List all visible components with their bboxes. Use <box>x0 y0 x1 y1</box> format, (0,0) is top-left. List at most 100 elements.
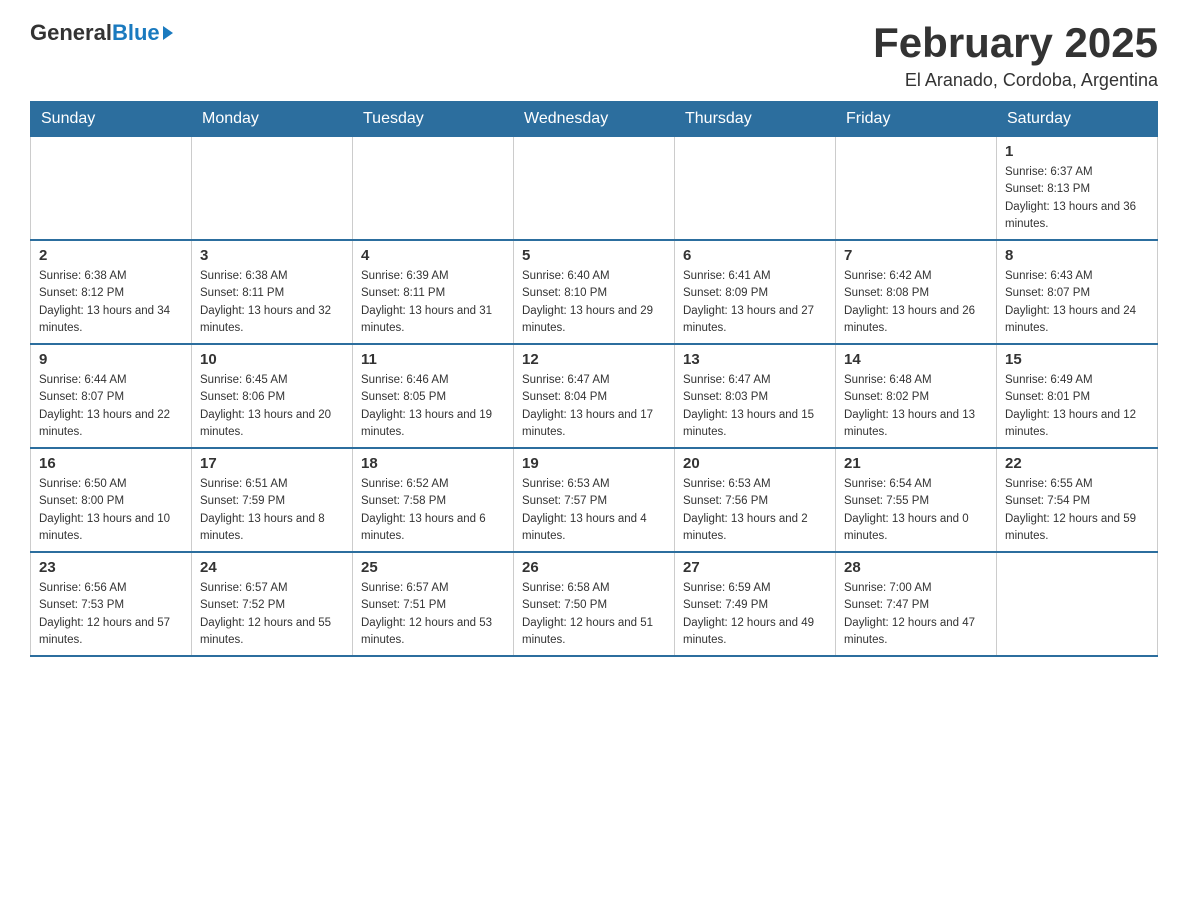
title-block: February 2025 El Aranado, Cordoba, Argen… <box>873 20 1158 91</box>
calendar-cell: 4 Sunrise: 6:39 AM Sunset: 8:11 PM Daylig… <box>353 240 514 344</box>
day-number: 12 <box>522 351 666 368</box>
day-number: 20 <box>683 455 827 472</box>
calendar-cell: 17Sunrise: 6:51 AM Sunset: 7:59 PM Dayli… <box>192 448 353 552</box>
calendar-cell: 2 Sunrise: 6:38 AM Sunset: 8:12 PM Daylig… <box>31 240 192 344</box>
day-number: 23 <box>39 559 183 576</box>
day-info: Sunrise: 6:39 AM Sunset: 8:11 PM Dayligh… <box>361 268 505 337</box>
day-number: 16 <box>39 455 183 472</box>
calendar-cell: 13 Sunrise: 6:47 AM Sunset: 8:03 PM Dayli… <box>675 344 836 448</box>
calendar-cell: 22 Sunrise: 6:55 AM Sunset: 7:54 PM Dayli… <box>997 448 1158 552</box>
calendar-cell: 23 Sunrise: 6:56 AM Sunset: 7:53 PM Dayli… <box>31 552 192 656</box>
calendar-cell <box>353 137 514 241</box>
day-info: Sunrise: 6:41 AM Sunset: 8:09 PM Dayligh… <box>683 268 827 337</box>
day-info: Sunrise: 6:53 AM Sunset: 7:57 PM Dayligh… <box>522 476 666 545</box>
day-number: 22 <box>1005 455 1149 472</box>
calendar-cell: 8 Sunrise: 6:43 AM Sunset: 8:07 PM Daylig… <box>997 240 1158 344</box>
calendar-subtitle: El Aranado, Cordoba, Argentina <box>873 70 1158 91</box>
calendar-cell: 6Sunrise: 6:41 AM Sunset: 8:09 PM Daylig… <box>675 240 836 344</box>
calendar-cell: 7 Sunrise: 6:42 AM Sunset: 8:08 PM Daylig… <box>836 240 997 344</box>
weekday-header-monday: Monday <box>192 102 353 137</box>
day-number: 24 <box>200 559 344 576</box>
calendar-cell: 28Sunrise: 7:00 AM Sunset: 7:47 PM Dayli… <box>836 552 997 656</box>
page-header: General Blue February 2025 El Aranado, C… <box>30 20 1158 91</box>
day-info: Sunrise: 6:50 AM Sunset: 8:00 PM Dayligh… <box>39 476 183 545</box>
day-number: 8 <box>1005 247 1149 264</box>
day-info: Sunrise: 6:47 AM Sunset: 8:04 PM Dayligh… <box>522 372 666 441</box>
calendar-cell: 5 Sunrise: 6:40 AM Sunset: 8:10 PM Daylig… <box>514 240 675 344</box>
calendar-cell: 19 Sunrise: 6:53 AM Sunset: 7:57 PM Dayli… <box>514 448 675 552</box>
day-number: 21 <box>844 455 988 472</box>
day-number: 26 <box>522 559 666 576</box>
day-number: 19 <box>522 455 666 472</box>
calendar-cell: 20 Sunrise: 6:53 AM Sunset: 7:56 PM Dayli… <box>675 448 836 552</box>
calendar-cell: 16 Sunrise: 6:50 AM Sunset: 8:00 PM Dayli… <box>31 448 192 552</box>
calendar-week-row: 1 Sunrise: 6:37 AM Sunset: 8:13 PM Daylig… <box>31 137 1158 241</box>
logo-arrow-icon <box>163 26 173 40</box>
calendar-cell: 11 Sunrise: 6:46 AM Sunset: 8:05 PM Dayli… <box>353 344 514 448</box>
day-number: 5 <box>522 247 666 264</box>
logo: General Blue <box>30 20 173 46</box>
day-number: 1 <box>1005 143 1149 160</box>
day-info: Sunrise: 6:44 AM Sunset: 8:07 PM Dayligh… <box>39 372 183 441</box>
calendar-week-row: 9Sunrise: 6:44 AM Sunset: 8:07 PM Daylig… <box>31 344 1158 448</box>
calendar-body: 1 Sunrise: 6:37 AM Sunset: 8:13 PM Daylig… <box>31 137 1158 657</box>
calendar-cell <box>31 137 192 241</box>
calendar-cell: 21 Sunrise: 6:54 AM Sunset: 7:55 PM Dayli… <box>836 448 997 552</box>
day-info: Sunrise: 6:37 AM Sunset: 8:13 PM Dayligh… <box>1005 164 1149 233</box>
day-info: Sunrise: 6:42 AM Sunset: 8:08 PM Dayligh… <box>844 268 988 337</box>
day-info: Sunrise: 6:59 AM Sunset: 7:49 PM Dayligh… <box>683 580 827 649</box>
day-number: 13 <box>683 351 827 368</box>
day-info: Sunrise: 6:53 AM Sunset: 7:56 PM Dayligh… <box>683 476 827 545</box>
day-info: Sunrise: 6:38 AM Sunset: 8:11 PM Dayligh… <box>200 268 344 337</box>
weekday-header-row: SundayMondayTuesdayWednesdayThursdayFrid… <box>31 102 1158 137</box>
calendar-cell: 12 Sunrise: 6:47 AM Sunset: 8:04 PM Dayli… <box>514 344 675 448</box>
day-number: 18 <box>361 455 505 472</box>
calendar-table: SundayMondayTuesdayWednesdayThursdayFrid… <box>30 101 1158 657</box>
day-info: Sunrise: 6:46 AM Sunset: 8:05 PM Dayligh… <box>361 372 505 441</box>
day-info: Sunrise: 6:57 AM Sunset: 7:51 PM Dayligh… <box>361 580 505 649</box>
day-number: 10 <box>200 351 344 368</box>
day-info: Sunrise: 6:56 AM Sunset: 7:53 PM Dayligh… <box>39 580 183 649</box>
calendar-cell: 26 Sunrise: 6:58 AM Sunset: 7:50 PM Dayli… <box>514 552 675 656</box>
calendar-cell <box>836 137 997 241</box>
day-info: Sunrise: 6:40 AM Sunset: 8:10 PM Dayligh… <box>522 268 666 337</box>
day-number: 7 <box>844 247 988 264</box>
calendar-cell: 25 Sunrise: 6:57 AM Sunset: 7:51 PM Dayli… <box>353 552 514 656</box>
day-number: 17 <box>200 455 344 472</box>
day-info: Sunrise: 6:38 AM Sunset: 8:12 PM Dayligh… <box>39 268 183 337</box>
calendar-cell <box>675 137 836 241</box>
calendar-cell: 1 Sunrise: 6:37 AM Sunset: 8:13 PM Daylig… <box>997 137 1158 241</box>
day-number: 15 <box>1005 351 1149 368</box>
calendar-title: February 2025 <box>873 20 1158 66</box>
calendar-cell: 24Sunrise: 6:57 AM Sunset: 7:52 PM Dayli… <box>192 552 353 656</box>
calendar-cell: 10Sunrise: 6:45 AM Sunset: 8:06 PM Dayli… <box>192 344 353 448</box>
calendar-week-row: 23 Sunrise: 6:56 AM Sunset: 7:53 PM Dayli… <box>31 552 1158 656</box>
day-info: Sunrise: 6:47 AM Sunset: 8:03 PM Dayligh… <box>683 372 827 441</box>
calendar-cell: 14Sunrise: 6:48 AM Sunset: 8:02 PM Dayli… <box>836 344 997 448</box>
day-info: Sunrise: 7:00 AM Sunset: 7:47 PM Dayligh… <box>844 580 988 649</box>
day-number: 3 <box>200 247 344 264</box>
logo-blue: Blue <box>112 20 173 46</box>
calendar-cell: 3 Sunrise: 6:38 AM Sunset: 8:11 PM Daylig… <box>192 240 353 344</box>
logo-general: General <box>30 20 112 46</box>
weekday-header-wednesday: Wednesday <box>514 102 675 137</box>
weekday-header-thursday: Thursday <box>675 102 836 137</box>
day-number: 4 <box>361 247 505 264</box>
day-info: Sunrise: 6:52 AM Sunset: 7:58 PM Dayligh… <box>361 476 505 545</box>
day-number: 2 <box>39 247 183 264</box>
day-info: Sunrise: 6:54 AM Sunset: 7:55 PM Dayligh… <box>844 476 988 545</box>
calendar-cell <box>997 552 1158 656</box>
day-number: 25 <box>361 559 505 576</box>
day-info: Sunrise: 6:55 AM Sunset: 7:54 PM Dayligh… <box>1005 476 1149 545</box>
day-info: Sunrise: 6:43 AM Sunset: 8:07 PM Dayligh… <box>1005 268 1149 337</box>
calendar-cell <box>192 137 353 241</box>
weekday-header-friday: Friday <box>836 102 997 137</box>
weekday-header-saturday: Saturday <box>997 102 1158 137</box>
day-number: 11 <box>361 351 505 368</box>
day-info: Sunrise: 6:48 AM Sunset: 8:02 PM Dayligh… <box>844 372 988 441</box>
day-info: Sunrise: 6:58 AM Sunset: 7:50 PM Dayligh… <box>522 580 666 649</box>
calendar-cell <box>514 137 675 241</box>
calendar-cell: 9Sunrise: 6:44 AM Sunset: 8:07 PM Daylig… <box>31 344 192 448</box>
weekday-header-tuesday: Tuesday <box>353 102 514 137</box>
calendar-cell: 15Sunrise: 6:49 AM Sunset: 8:01 PM Dayli… <box>997 344 1158 448</box>
